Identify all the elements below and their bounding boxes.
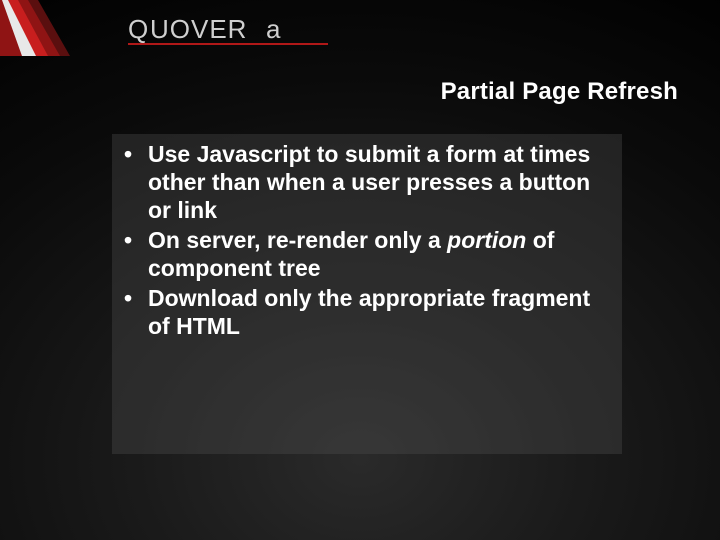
slide-title: Partial Page Refresh: [0, 78, 678, 106]
content-box: Use Javascript to submit a form at times…: [104, 126, 614, 446]
svg-text:a: a: [266, 14, 281, 44]
brand-logo: Q UOVER a: [128, 10, 348, 50]
list-item: On server, re-render only a portion of c…: [118, 226, 596, 282]
svg-text:UOVER: UOVER: [150, 14, 247, 44]
bullet-text: On server, re-render only a: [148, 227, 447, 253]
slide: Q UOVER a Partial Page Refresh Use Javas…: [0, 0, 720, 540]
bullet-text: Download only the appropriate fragment o…: [148, 285, 590, 339]
bullet-em: portion: [447, 227, 526, 253]
bullet-text: Use Javascript to submit a form at times…: [148, 141, 590, 223]
list-item: Download only the appropriate fragment o…: [118, 284, 596, 340]
list-item: Use Javascript to submit a form at times…: [118, 140, 596, 224]
svg-text:Q: Q: [128, 14, 149, 44]
header: Q UOVER a: [0, 0, 720, 56]
bullet-list: Use Javascript to submit a form at times…: [118, 140, 596, 340]
content-area: Use Javascript to submit a form at times…: [104, 126, 614, 446]
ribbon-graphic: [0, 0, 120, 56]
